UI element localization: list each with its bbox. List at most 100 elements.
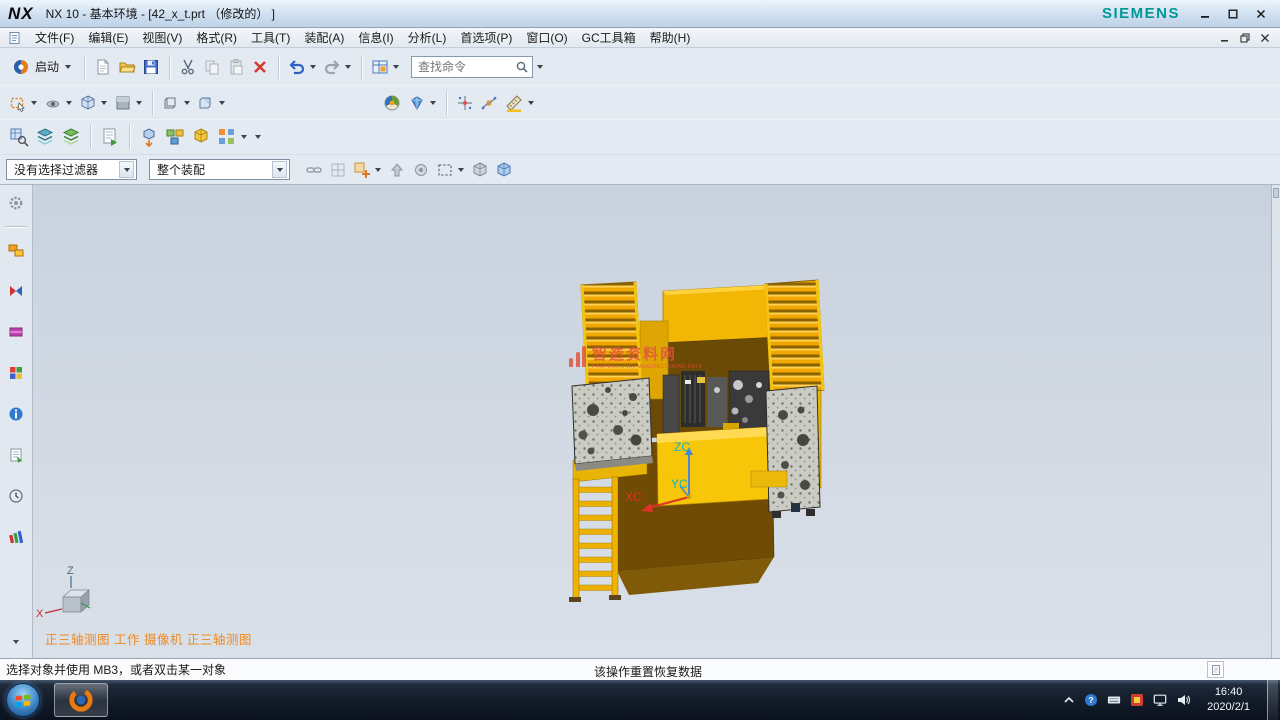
arrangements-button[interactable] (162, 125, 188, 149)
general-selection-button[interactable] (350, 159, 385, 181)
true-shading-button[interactable] (405, 92, 440, 114)
save-button[interactable] (139, 56, 163, 78)
lasso-select-button[interactable] (433, 159, 468, 181)
command-search-input[interactable] (418, 60, 515, 74)
web-browser-button[interactable] (4, 404, 28, 424)
status-doc-button[interactable] (1207, 661, 1224, 678)
highlight-button[interactable] (409, 159, 433, 181)
component-visibility-button[interactable] (58, 125, 84, 149)
menu-information[interactable]: 信息(I) (351, 28, 400, 47)
taskbar-clock[interactable]: 16:40 2020/2/1 (1199, 685, 1258, 715)
history-button[interactable] (4, 486, 28, 506)
copy-button[interactable] (200, 56, 224, 78)
select-parent-button[interactable] (385, 159, 409, 181)
snap-midpoint-button[interactable] (477, 92, 501, 114)
dropdown-arrow-icon[interactable] (119, 161, 134, 178)
pattern-component-button[interactable] (214, 125, 251, 149)
find-component-button[interactable] (6, 125, 32, 149)
wireframe-view-button[interactable] (159, 92, 194, 114)
menu-edit[interactable]: 编辑(E) (81, 28, 135, 47)
selection-scope-dropdown[interactable]: 整个装配 (149, 159, 290, 180)
panel-collapse-handle[interactable] (1273, 188, 1279, 198)
render-style-button[interactable] (379, 91, 405, 115)
reuse-library-button[interactable] (4, 363, 28, 383)
menu-preferences[interactable]: 首选项(P) (453, 28, 519, 47)
measure-distance-button[interactable] (501, 91, 538, 115)
graphics-window[interactable]: XC YC ZC Z X (33, 185, 1280, 658)
paste-button[interactable] (224, 56, 248, 78)
chevron-down-icon[interactable] (528, 101, 534, 105)
maximize-button[interactable] (1226, 7, 1240, 21)
show-hidden-icons-button[interactable] (1063, 694, 1075, 706)
model-canvas[interactable]: XC YC ZC Z X (33, 185, 1280, 658)
start-menu-button[interactable]: 启动 (6, 56, 78, 78)
search-options-button[interactable] (533, 63, 547, 71)
touch-mode-button[interactable] (368, 56, 403, 78)
assembly-model[interactable] (569, 280, 824, 602)
chevron-down-icon[interactable] (31, 101, 37, 105)
viewport-right-strip[interactable] (1271, 185, 1280, 658)
chevron-down-icon[interactable] (393, 65, 399, 69)
cut-button[interactable] (176, 56, 200, 78)
mdi-close-button[interactable] (1260, 33, 1270, 43)
tray-app-button[interactable] (1130, 693, 1144, 707)
menu-assemblies[interactable]: 装配(A) (297, 28, 351, 47)
menu-window[interactable]: 窗口(O) (519, 28, 574, 47)
close-button[interactable] (1254, 7, 1268, 21)
materials-button[interactable] (4, 527, 28, 547)
toolbar-overflow-button[interactable] (251, 133, 265, 141)
undo-button[interactable] (285, 56, 320, 78)
orient-view-button[interactable] (76, 92, 111, 114)
chevron-down-icon[interactable] (101, 101, 107, 105)
assembly-sequence-button[interactable] (97, 125, 123, 149)
show-product-outline-button[interactable] (32, 125, 58, 149)
chevron-down-icon[interactable] (345, 65, 351, 69)
show-desktop-button[interactable] (1267, 680, 1278, 720)
chevron-down-icon[interactable] (184, 101, 190, 105)
selection-filter-dropdown[interactable]: 没有选择过滤器 (6, 159, 137, 180)
part-navigator-button[interactable] (4, 322, 28, 342)
sidebar-scroll-down-button[interactable] (4, 632, 28, 652)
move-component-button[interactable] (136, 125, 162, 149)
assembly-navigator-button[interactable] (4, 240, 28, 260)
menu-format[interactable]: 格式(R) (189, 28, 244, 47)
chevron-down-icon[interactable] (375, 168, 381, 172)
solid-body-filter-button[interactable] (468, 159, 492, 181)
chevron-down-icon[interactable] (136, 101, 142, 105)
wave-geometry-button[interactable] (188, 125, 214, 149)
shaded-display-button[interactable] (111, 92, 146, 114)
constraint-navigator-button[interactable] (4, 281, 28, 301)
menu-help[interactable]: 帮助(H) (643, 28, 698, 47)
select-rectangle-button[interactable] (6, 92, 41, 114)
chevron-down-icon[interactable] (310, 65, 316, 69)
mdi-minimize-button[interactable] (1220, 33, 1230, 43)
chevron-down-icon[interactable] (430, 101, 436, 105)
menu-file[interactable]: 文件(F) (28, 28, 81, 47)
dropdown-arrow-icon[interactable] (272, 161, 287, 178)
open-file-button[interactable] (115, 56, 139, 78)
minimize-button[interactable] (1198, 7, 1212, 21)
assembly-body-filter-button[interactable] (492, 159, 516, 181)
snap-point-button[interactable] (453, 92, 477, 114)
menu-gc-toolbox[interactable]: GC工具箱 (575, 28, 643, 47)
redo-button[interactable] (320, 56, 355, 78)
snap-enable-button[interactable] (326, 159, 350, 181)
new-file-button[interactable] (91, 56, 115, 78)
start-button[interactable] (6, 683, 40, 717)
notes-button[interactable] (4, 445, 28, 465)
roles-gear-button[interactable] (4, 193, 28, 213)
tray-help-button[interactable]: ? (1084, 693, 1098, 707)
menu-view[interactable]: 视图(V) (135, 28, 189, 47)
menu-analysis[interactable]: 分析(L) (401, 28, 454, 47)
tray-network-button[interactable] (1153, 693, 1167, 707)
system-menu-icon[interactable] (8, 31, 24, 45)
delete-button[interactable] (248, 56, 272, 78)
chevron-down-icon[interactable] (219, 101, 225, 105)
chevron-down-icon[interactable] (241, 135, 247, 139)
tray-volume-button[interactable] (1176, 693, 1190, 707)
tray-keyboard-button[interactable] (1107, 693, 1121, 707)
perspective-view-button[interactable] (194, 92, 229, 114)
interpart-link-button[interactable] (302, 159, 326, 181)
menu-tools[interactable]: 工具(T) (244, 28, 297, 47)
mdi-restore-button[interactable] (1240, 33, 1250, 43)
